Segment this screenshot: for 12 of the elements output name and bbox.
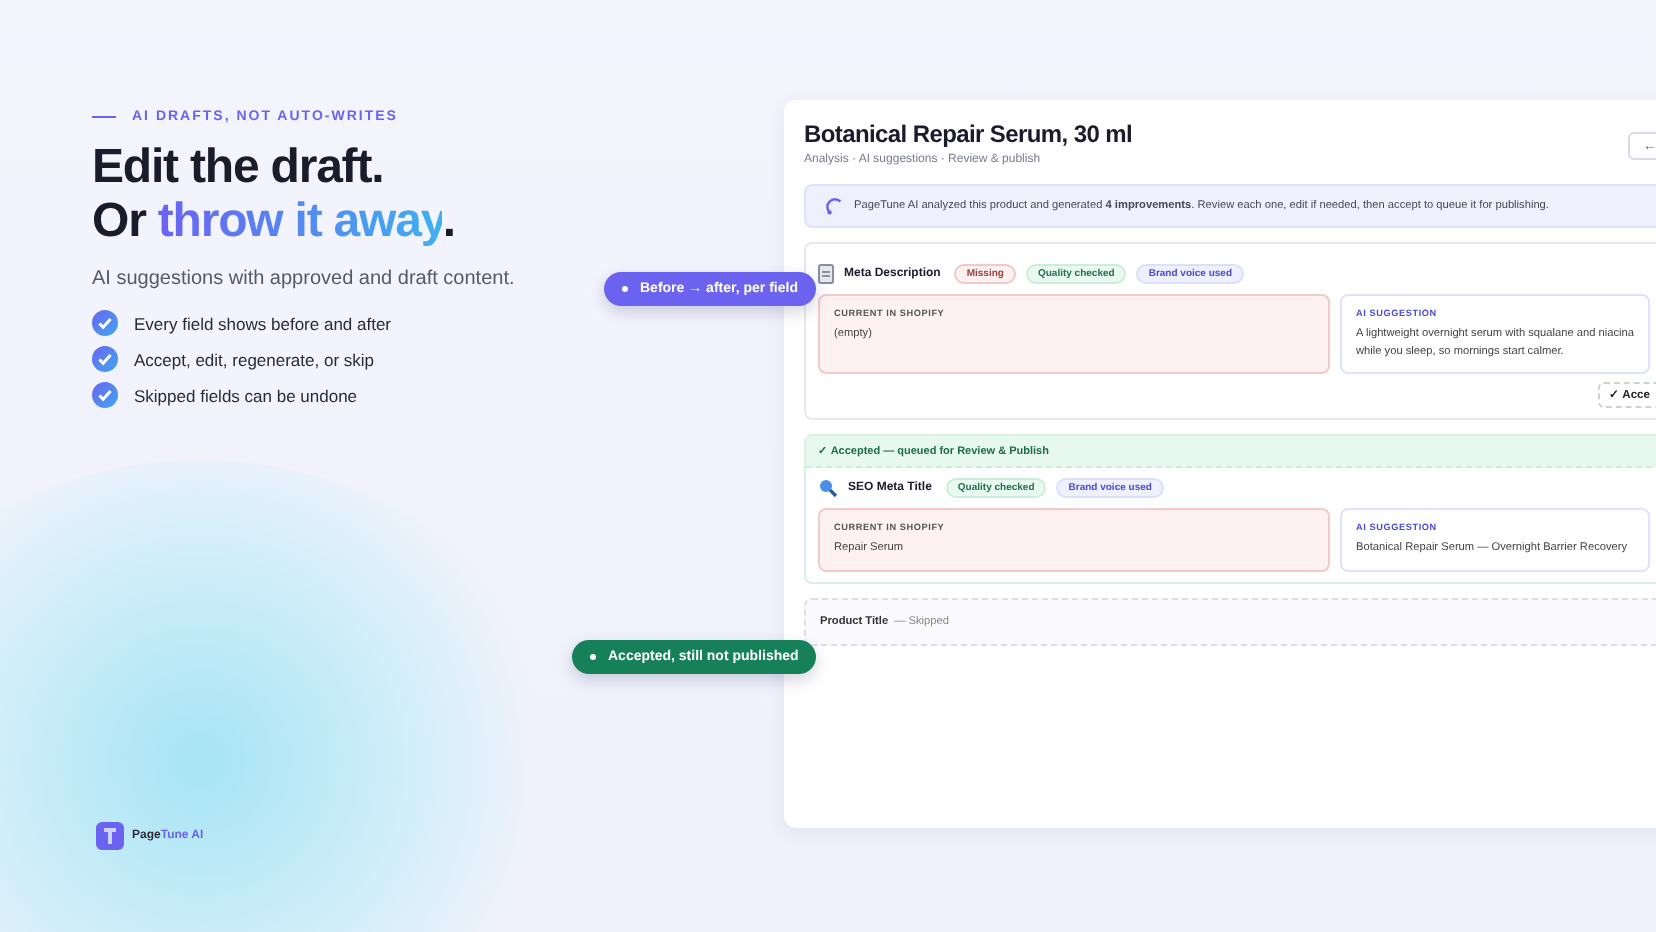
check-icon [92, 310, 118, 336]
feature-text: Skipped fields can be undone [134, 385, 358, 405]
product-title: Botanical Repair Serum, 30 ml [804, 120, 1133, 148]
subtitle: AI suggestions with approved and draft content. [92, 268, 515, 290]
check-icon [92, 382, 118, 408]
feature-text: Every field shows before and after [134, 313, 392, 333]
logo-icon [96, 822, 124, 850]
check-icon [92, 346, 118, 372]
document-icon [818, 264, 834, 284]
feature-text: Accept, edit, regenerate, or skip [134, 349, 375, 369]
search-icon [818, 478, 838, 498]
headline: Edit the draft. Or throw it away. [92, 140, 457, 248]
